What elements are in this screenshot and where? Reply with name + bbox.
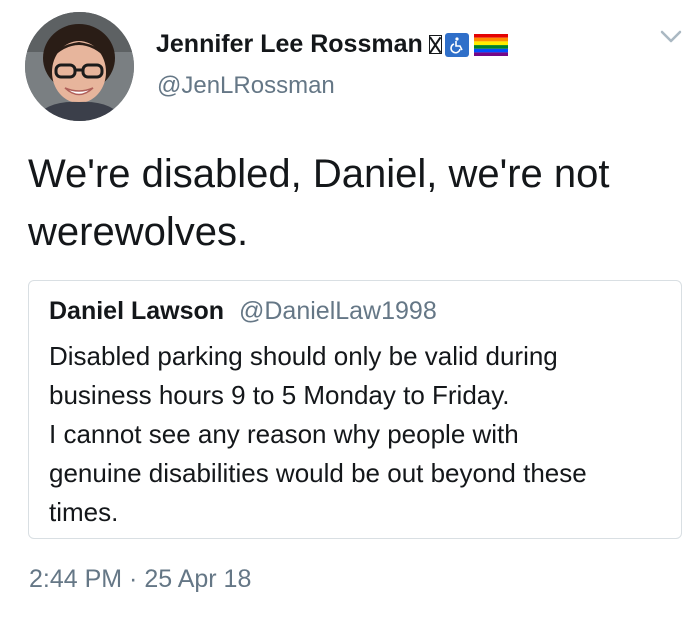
quoted-text-line: Disabled parking should only be valid du… <box>49 341 558 371</box>
author-name[interactable]: Jennifer Lee Rossman <box>156 30 508 59</box>
missing-glyph-icon <box>428 35 442 54</box>
tweet-timestamp[interactable]: 2:44 PM · 25 Apr 18 <box>29 565 251 594</box>
author-handle[interactable]: @JenLRossman <box>157 72 335 100</box>
quoted-author-name: Daniel Lawson <box>49 297 225 325</box>
quoted-tweet[interactable]: Daniel Lawson @DanielLaw1998 Disabled pa… <box>28 280 682 539</box>
tweet-text: We're disabled, Daniel, we're not werewo… <box>28 152 610 254</box>
quoted-author-handle: @DanielLaw1998 <box>239 297 437 325</box>
tweet-card: Jennifer Lee Rossman @JenLRossman We're … <box>0 0 700 619</box>
quoted-tweet-text: Disabled parking should only be valid du… <box>49 337 669 532</box>
wheelchair-icon <box>444 32 469 57</box>
chevron-down-icon[interactable] <box>660 30 682 44</box>
author-name-text[interactable]: Jennifer Lee Rossman <box>156 30 423 59</box>
quoted-text-line: business hours 9 to 5 Monday to Friday. <box>49 380 510 410</box>
quoted-text-line: I cannot see any reason why people with <box>49 419 519 449</box>
quoted-text-line: genuine disabilities would be out beyond… <box>49 458 587 488</box>
quoted-tweet-header: Daniel Lawson @DanielLaw1998 <box>49 297 437 326</box>
author-name-icons <box>428 32 508 57</box>
avatar-image <box>25 12 134 121</box>
avatar[interactable] <box>25 12 134 121</box>
rainbow-flag-icon <box>473 33 508 56</box>
quoted-text-line: times. <box>49 497 119 527</box>
